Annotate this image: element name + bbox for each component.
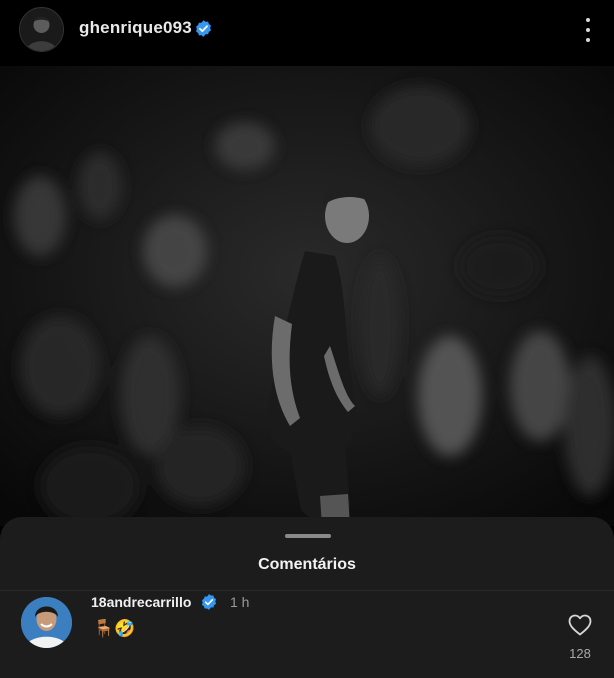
post-photo-image (0, 66, 614, 526)
more-vertical-icon[interactable] (578, 16, 598, 44)
post-header: ghenrique093 (0, 0, 614, 60)
post-author-username[interactable]: ghenrique093 (79, 18, 192, 38)
divider (0, 590, 614, 591)
commenter-avatar-image (21, 597, 72, 648)
avatar-image (20, 8, 63, 51)
verified-badge-icon (196, 20, 211, 37)
post-author-avatar[interactable] (19, 7, 64, 52)
post-photo[interactable] (0, 66, 614, 526)
commenter-avatar[interactable] (21, 597, 72, 648)
commenter-username[interactable]: 18andrecarrillo (91, 594, 191, 610)
comment-like-count: 128 (569, 646, 591, 661)
verified-badge-icon (201, 594, 217, 610)
comment-timestamp: 1 h (230, 594, 250, 610)
comment-text: 🪑🤣 (93, 619, 136, 638)
heart-outline-icon[interactable] (568, 614, 592, 636)
drag-handle[interactable] (285, 534, 331, 538)
comments-title: Comentários (258, 556, 356, 573)
